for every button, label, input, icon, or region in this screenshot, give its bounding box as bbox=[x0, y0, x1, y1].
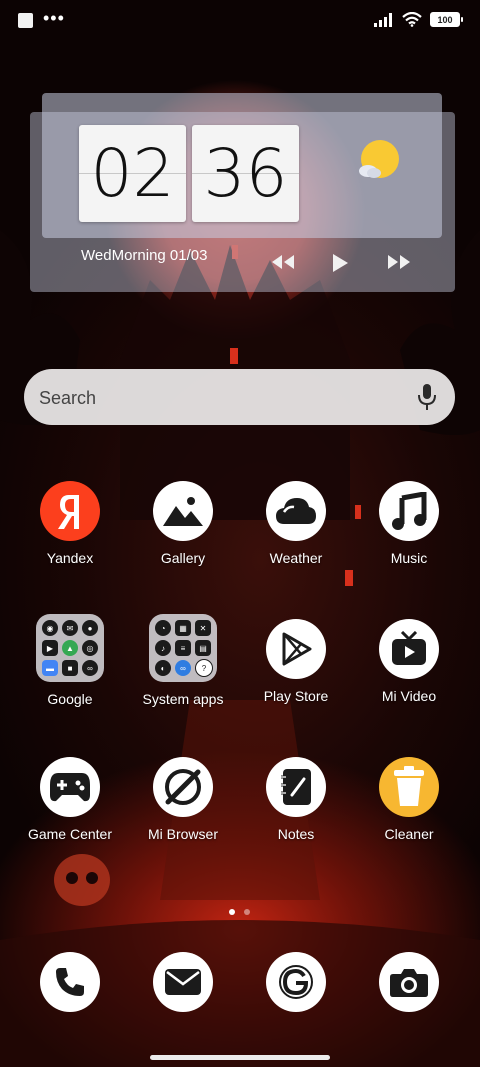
battery-indicator: 100 bbox=[430, 12, 463, 27]
app-gallery[interactable]: Gallery bbox=[128, 481, 238, 566]
app-cleaner[interactable]: Cleaner bbox=[354, 757, 464, 842]
weather-sunny-icon bbox=[359, 140, 399, 178]
dock-google-search[interactable] bbox=[241, 952, 351, 1012]
search-bar[interactable]: Search bbox=[24, 369, 455, 425]
app-music[interactable]: Music bbox=[354, 481, 464, 566]
status-bar: ••• 100 bbox=[0, 0, 480, 42]
next-track-icon[interactable] bbox=[386, 253, 412, 271]
app-label: Gallery bbox=[160, 550, 206, 566]
previous-track-icon[interactable] bbox=[270, 253, 296, 271]
folder-app-icon: ▦ bbox=[175, 620, 191, 636]
folder-app-icon: ◉ bbox=[42, 620, 58, 636]
play-icon[interactable] bbox=[330, 253, 350, 273]
app-mi-video[interactable]: Mi Video bbox=[354, 619, 464, 704]
phone-icon bbox=[40, 952, 100, 1012]
folder-system-apps[interactable]: ◔ ▦ ✕ ♪ ≡ ▤ ◐ ∞ ? System apps bbox=[128, 614, 238, 707]
folder-app-icon: ♪ bbox=[155, 640, 171, 656]
folder-app-icon: ▤ bbox=[195, 640, 211, 656]
app-label: Cleaner bbox=[384, 826, 434, 842]
app-label: Google bbox=[47, 691, 93, 707]
cleaner-icon bbox=[379, 757, 439, 817]
music-icon bbox=[379, 481, 439, 541]
folder-app-icon: ▶ bbox=[42, 640, 58, 656]
wifi-icon bbox=[402, 12, 422, 27]
app-label: System apps bbox=[142, 691, 224, 707]
app-weather[interactable]: Weather bbox=[241, 481, 351, 566]
dock-phone[interactable] bbox=[15, 952, 125, 1012]
folder-app-icon: ◐ bbox=[155, 660, 171, 676]
clock-hour: 02 bbox=[79, 125, 186, 222]
google-search-icon bbox=[266, 952, 326, 1012]
search-placeholder: Search bbox=[39, 388, 97, 408]
folder-app-icon: ● bbox=[82, 620, 98, 636]
app-label: Music bbox=[390, 550, 428, 566]
microphone-icon[interactable] bbox=[417, 383, 437, 411]
dock-messages[interactable] bbox=[128, 952, 238, 1012]
weather-icon bbox=[266, 481, 326, 541]
game-center-icon bbox=[40, 757, 100, 817]
folder-app-icon: ≡ bbox=[175, 640, 191, 656]
app-label: Game Center bbox=[27, 826, 113, 842]
google-folder-icon: ◉ ✉ ● ▶ ▲ ◎ ▬ ■ ∞ bbox=[36, 614, 104, 682]
folder-app-icon: ▲ bbox=[62, 640, 78, 656]
folder-app-icon: ■ bbox=[62, 660, 78, 676]
folder-app-icon: ∞ bbox=[82, 660, 98, 676]
signal-icon bbox=[374, 12, 392, 27]
dock-camera[interactable] bbox=[354, 952, 464, 1012]
mi-browser-icon bbox=[153, 757, 213, 817]
folder-app-icon: ∞ bbox=[175, 660, 191, 676]
yandex-icon bbox=[40, 481, 100, 541]
app-label: Yandex bbox=[46, 550, 94, 566]
messages-icon bbox=[153, 952, 213, 1012]
page-indicator-active bbox=[229, 909, 235, 915]
app-notes[interactable]: Notes bbox=[241, 757, 351, 842]
clock-date: WedMorning 01/03 bbox=[81, 247, 208, 264]
app-yandex[interactable]: Yandex bbox=[15, 481, 125, 566]
folder-app-icon: ▬ bbox=[42, 660, 58, 676]
app-game-center[interactable]: Game Center bbox=[15, 757, 125, 842]
folder-app-icon: ? bbox=[195, 659, 213, 677]
play-store-icon bbox=[266, 619, 326, 679]
mi-video-icon bbox=[379, 619, 439, 679]
folder-app-icon: ◔ bbox=[155, 620, 171, 636]
app-label: Weather bbox=[269, 550, 323, 566]
app-label: Mi Video bbox=[381, 688, 437, 704]
clock-minute: 36 bbox=[192, 125, 299, 222]
more-notifications-icon: ••• bbox=[43, 7, 65, 28]
folder-app-icon: ✕ bbox=[195, 620, 211, 636]
page-indicator bbox=[244, 909, 250, 915]
folder-google[interactable]: ◉ ✉ ● ▶ ▲ ◎ ▬ ■ ∞ Google bbox=[15, 614, 125, 707]
gallery-icon bbox=[153, 481, 213, 541]
folder-app-icon: ✉ bbox=[62, 620, 78, 636]
system-apps-folder-icon: ◔ ▦ ✕ ♪ ≡ ▤ ◐ ∞ ? bbox=[149, 614, 217, 682]
notification-icon bbox=[18, 13, 33, 28]
camera-icon bbox=[379, 952, 439, 1012]
app-label: Play Store bbox=[263, 688, 329, 704]
notes-icon bbox=[266, 757, 326, 817]
app-label: Mi Browser bbox=[147, 826, 218, 842]
app-mi-browser[interactable]: Mi Browser bbox=[128, 757, 238, 842]
gesture-navigation-bar[interactable] bbox=[150, 1055, 330, 1060]
app-play-store[interactable]: Play Store bbox=[241, 619, 351, 704]
app-label: Notes bbox=[277, 826, 315, 842]
folder-app-icon: ◎ bbox=[82, 640, 98, 656]
